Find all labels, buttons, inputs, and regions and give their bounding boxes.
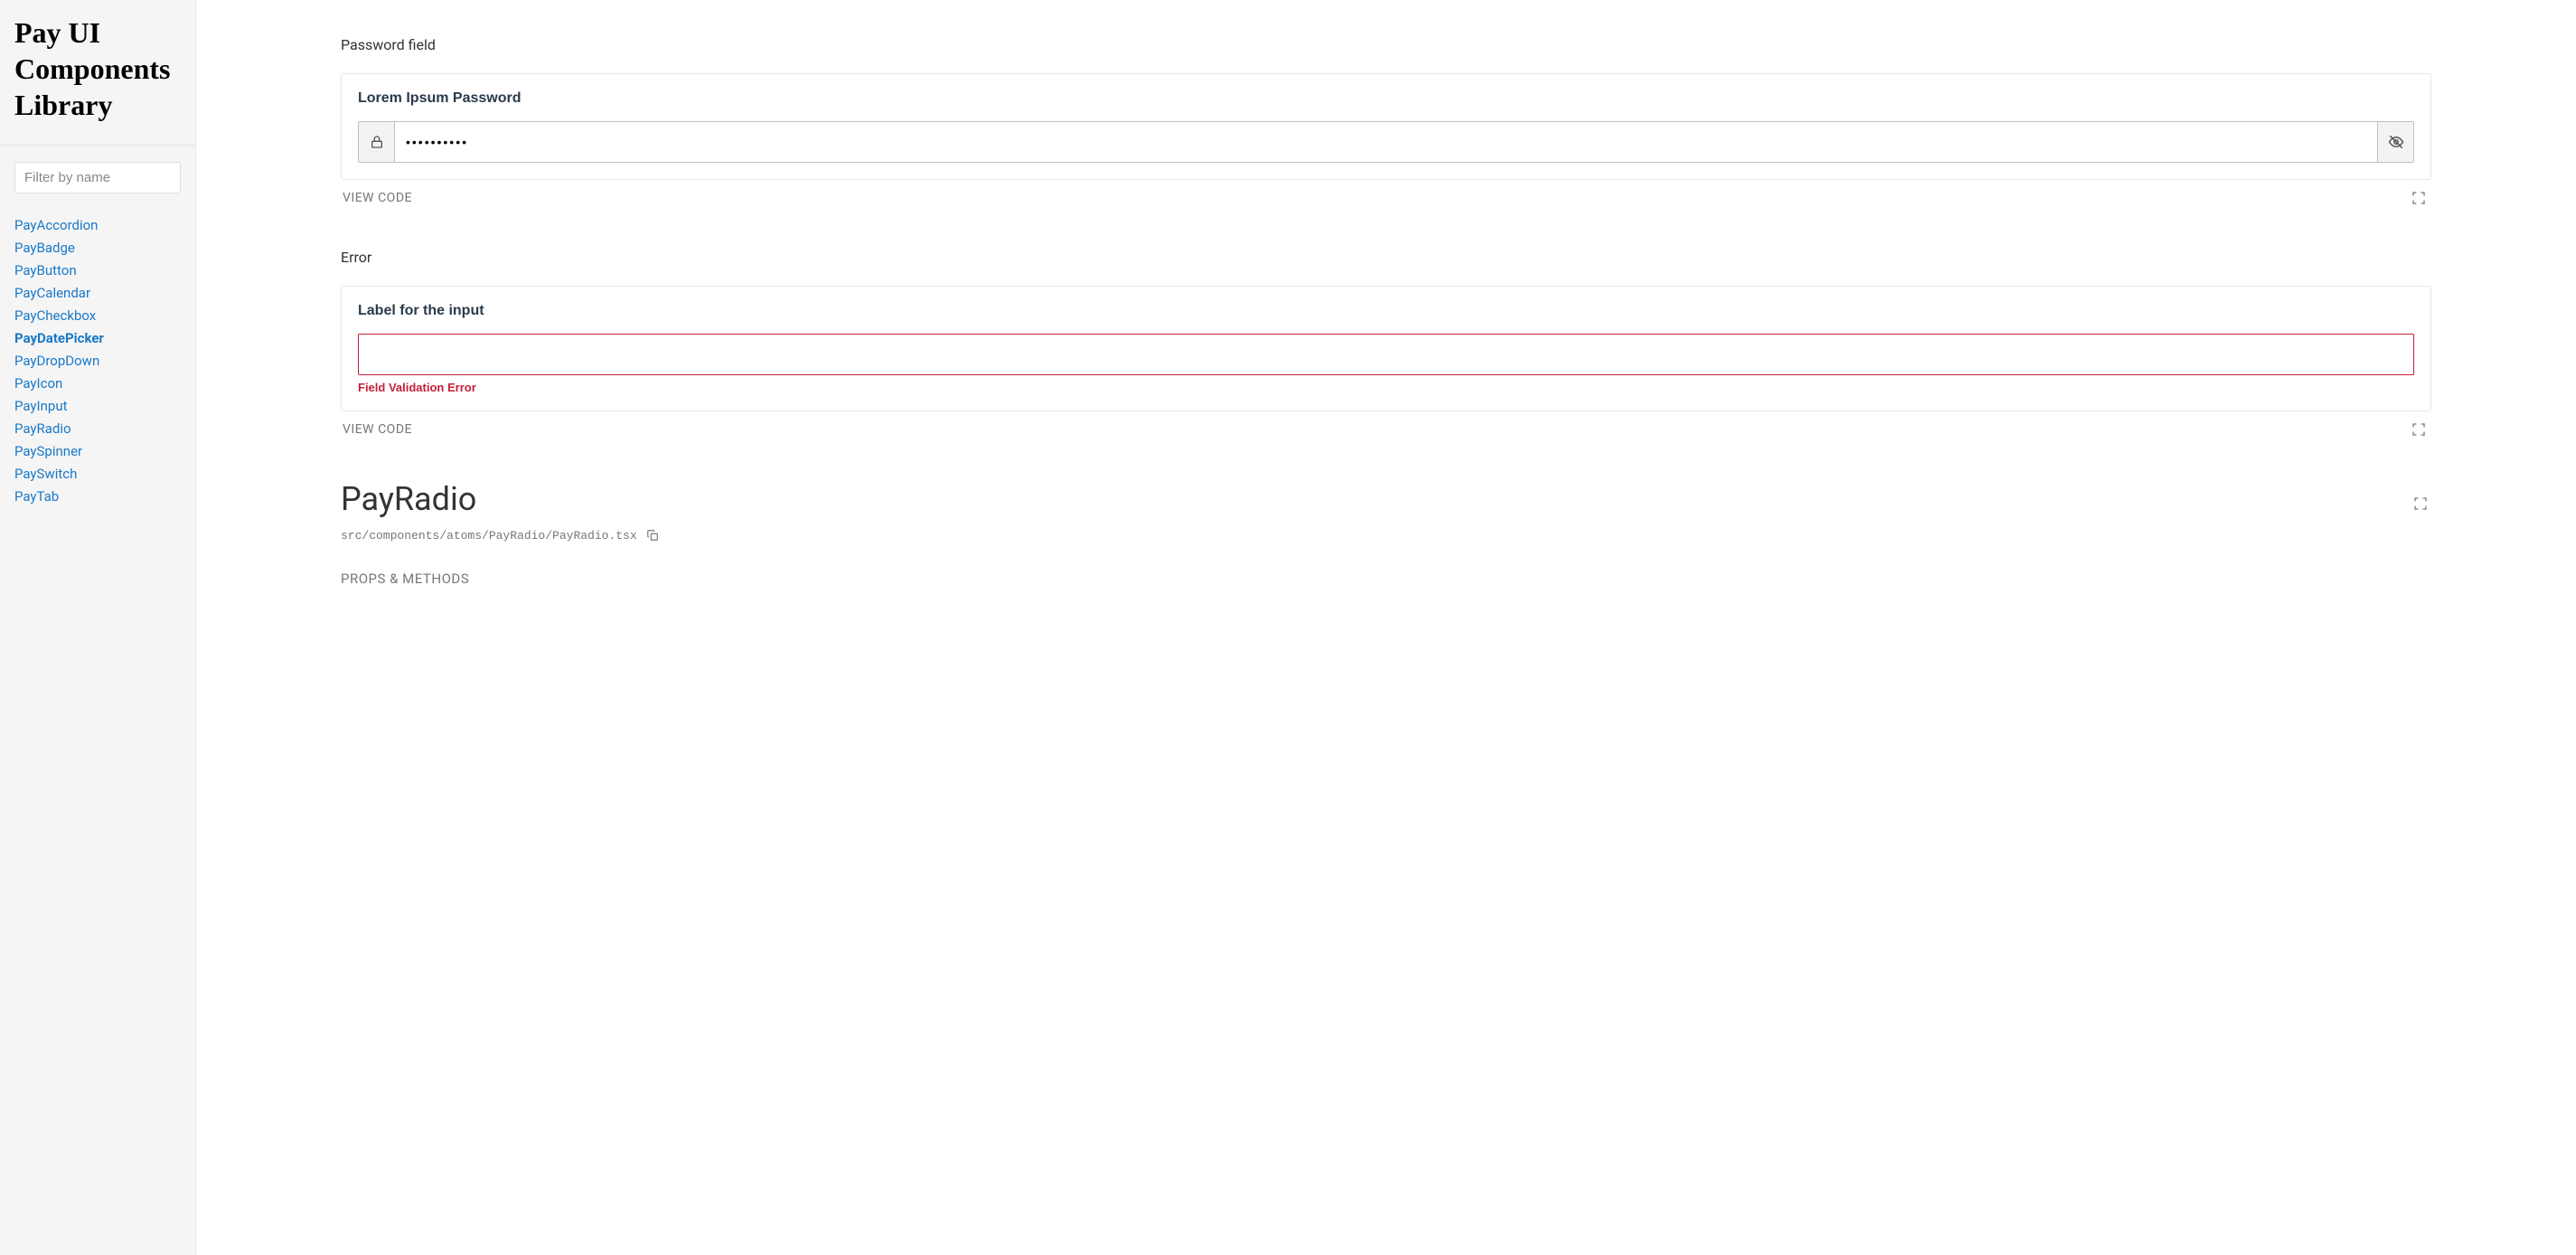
component-title: PayRadio — [341, 480, 476, 518]
sidebar-item-payinput[interactable]: PayInput — [14, 398, 68, 414]
example-password: Password field Lorem Ipsum Password — [341, 36, 2431, 209]
nav-list: PayAccordion PayBadge PayButton PayCalen… — [14, 213, 181, 507]
error-message: Field Validation Error — [358, 381, 2414, 394]
error-input[interactable] — [358, 334, 2414, 375]
view-code-button[interactable]: VIEW CODE — [343, 422, 412, 437]
preview-card-password: Lorem Ipsum Password — [341, 73, 2431, 180]
password-field-label: Lorem Ipsum Password — [358, 90, 2414, 107]
sidebar-item-paytab[interactable]: PayTab — [14, 488, 59, 505]
filter-input[interactable] — [14, 162, 181, 193]
sidebar-item-payicon[interactable]: PayIcon — [14, 375, 62, 392]
sidebar-item-payradio[interactable]: PayRadio — [14, 420, 71, 437]
sidebar-item-paybadge[interactable]: PayBadge — [14, 240, 75, 256]
component-section: PayRadio src/components/atoms/PayRadio/P… — [341, 480, 2431, 587]
fullscreen-icon[interactable] — [2410, 493, 2431, 514]
card-footer-error: VIEW CODE — [341, 419, 2431, 440]
props-heading: PROPS & METHODS — [341, 571, 2431, 587]
main-content: Password field Lorem Ipsum Password — [196, 0, 2576, 1255]
sidebar-item-payswitch[interactable]: PaySwitch — [14, 466, 77, 482]
example-password-label: Password field — [341, 36, 2431, 53]
app-title: Pay UI Components Library — [14, 14, 181, 123]
sidebar-item-payaccordion[interactable]: PayAccordion — [14, 217, 98, 233]
src-path: src/components/atoms/PayRadio/PayRadio.t… — [341, 527, 2431, 543]
sidebar-item-paybutton[interactable]: PayButton — [14, 262, 77, 278]
sidebar: Pay UI Components Library PayAccordion P… — [0, 0, 196, 1255]
lock-icon — [359, 122, 395, 162]
preview-card-error: Label for the input Field Validation Err… — [341, 286, 2431, 411]
password-input[interactable] — [395, 122, 2377, 162]
example-error: Error Label for the input Field Validati… — [341, 249, 2431, 440]
sidebar-item-paydatepicker[interactable]: PayDatePicker — [14, 330, 104, 346]
src-path-text: src/components/atoms/PayRadio/PayRadio.t… — [341, 529, 637, 543]
component-title-row: PayRadio — [341, 480, 2431, 527]
sidebar-item-paydropdown[interactable]: PayDropDown — [14, 353, 99, 369]
sidebar-item-paycalendar[interactable]: PayCalendar — [14, 285, 90, 301]
copy-icon[interactable] — [644, 527, 661, 543]
eye-off-icon[interactable] — [2377, 122, 2413, 162]
password-input-group — [358, 121, 2414, 163]
fullscreen-icon[interactable] — [2408, 419, 2430, 440]
sidebar-divider — [0, 145, 195, 146]
fullscreen-icon[interactable] — [2408, 187, 2430, 209]
card-footer-password: VIEW CODE — [341, 187, 2431, 209]
sidebar-item-payspinner[interactable]: PaySpinner — [14, 443, 82, 459]
view-code-button[interactable]: VIEW CODE — [343, 191, 412, 205]
sidebar-item-paycheckbox[interactable]: PayCheckbox — [14, 307, 96, 324]
example-error-label: Error — [341, 249, 2431, 266]
error-field-label: Label for the input — [358, 303, 2414, 319]
